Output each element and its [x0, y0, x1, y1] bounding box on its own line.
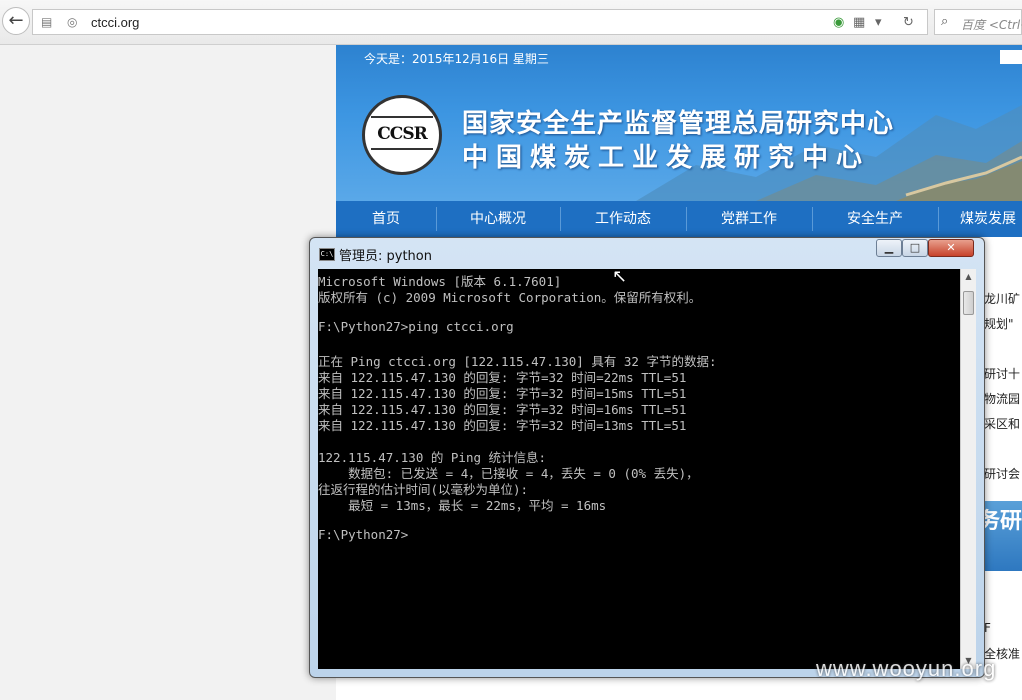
- cmd-window[interactable]: C:\ 管理员: python ▁ □ ✕ Microsoft Windows …: [309, 237, 985, 678]
- url-text[interactable]: ctcci.org: [91, 15, 139, 30]
- nav-safety[interactable]: 安全生产: [812, 201, 938, 237]
- page-background: [0, 45, 336, 700]
- console-line: F:\Python27>ping ctcci.org: [318, 319, 514, 334]
- nav-home[interactable]: 首页: [336, 201, 436, 237]
- shield-icon[interactable]: ◉: [833, 15, 844, 30]
- site-title-line2: 中国煤炭工业发展研究中心: [462, 143, 871, 173]
- scroll-thumb[interactable]: [963, 291, 974, 315]
- search-icon[interactable]: ⌕: [941, 14, 948, 29]
- search-box-fragment[interactable]: [1000, 50, 1022, 64]
- site-banner: 今天是：2015年12月16日 星期三 CCSR 国家安全生产监督管理总局研究中…: [336, 45, 1022, 201]
- console-app-icon: C:\: [319, 248, 335, 261]
- maximize-button[interactable]: □: [902, 239, 928, 257]
- nav-party-work[interactable]: 党群工作: [686, 201, 812, 237]
- mouse-cursor-icon: ↖: [612, 266, 628, 287]
- refresh-icon[interactable]: ↻: [903, 15, 914, 30]
- console-line: 来自 122.115.47.130 的回复: 字节=32 时间=13ms TTL…: [318, 418, 687, 433]
- minimize-button[interactable]: ▁: [876, 239, 902, 257]
- cmd-titlebar[interactable]: C:\ 管理员: python ▁ □ ✕: [310, 238, 984, 268]
- scroll-up-arrow-icon[interactable]: ▲: [961, 269, 976, 284]
- search-box[interactable]: ⌕ 百度 <Ctrl+: [934, 9, 1022, 35]
- nav-work-news[interactable]: 工作动态: [560, 201, 686, 237]
- globe-icon: ◎: [67, 15, 78, 29]
- logo-stripe: [371, 148, 433, 150]
- news-link-fragment[interactable]: 研讨会: [984, 465, 1020, 482]
- ccsr-logo: CCSR: [362, 95, 442, 175]
- nav-coal-dev[interactable]: 煤炭发展: [938, 201, 1022, 237]
- main-nav: 首页 中心概况 工作动态 党群工作 安全生产 煤炭发展: [336, 201, 1022, 237]
- folder-icon[interactable]: ▤: [41, 15, 52, 29]
- close-button[interactable]: ✕: [928, 239, 974, 257]
- window-title: 管理员: python: [339, 249, 432, 264]
- current-date: 今天是：2015年12月16日 星期三: [364, 52, 549, 66]
- news-link-fragment[interactable]: 物流园: [984, 390, 1020, 407]
- watermark: www.wooyun.org: [816, 656, 997, 681]
- address-bar[interactable]: ▤ ◎ ctcci.org ◉ ▦ ▾ ↻: [32, 9, 928, 35]
- logo-text: CCSR: [377, 124, 427, 144]
- console-output[interactable]: Microsoft Windows [版本 6.1.7601] 版权所有 (c)…: [318, 269, 960, 669]
- console-prompt[interactable]: F:\Python27>: [318, 527, 408, 542]
- back-arrow-icon[interactable]: ←: [2, 7, 30, 35]
- qr-code-icon[interactable]: ▦: [853, 15, 865, 30]
- console-line: 版权所有 (c) 2009 Microsoft Corporation。保留所有…: [318, 290, 702, 305]
- nav-about[interactable]: 中心概况: [436, 201, 560, 237]
- news-link-fragment[interactable]: 规划": [984, 315, 1014, 332]
- news-link-fragment[interactable]: 研讨十: [984, 365, 1020, 382]
- news-link-fragment[interactable]: F: [984, 621, 991, 635]
- search-input[interactable]: 百度 <Ctrl+: [961, 16, 1022, 33]
- site-title-line1: 国家安全生产监督管理总局研究中心: [462, 109, 895, 139]
- browser-toolbar: ← ▤ ◎ ctcci.org ◉ ▦ ▾ ↻ ⌕ 百度 <Ctrl+: [0, 0, 1022, 45]
- logo-stripe: [371, 116, 433, 118]
- console-line: 最短 = 13ms，最长 = 22ms，平均 = 16ms: [318, 498, 607, 513]
- console-scrollbar[interactable]: ▲ ▼: [960, 269, 976, 669]
- dropdown-icon[interactable]: ▾: [875, 15, 882, 30]
- news-link-fragment[interactable]: 龙川矿: [984, 290, 1020, 307]
- news-link-fragment[interactable]: 采区和: [984, 415, 1020, 432]
